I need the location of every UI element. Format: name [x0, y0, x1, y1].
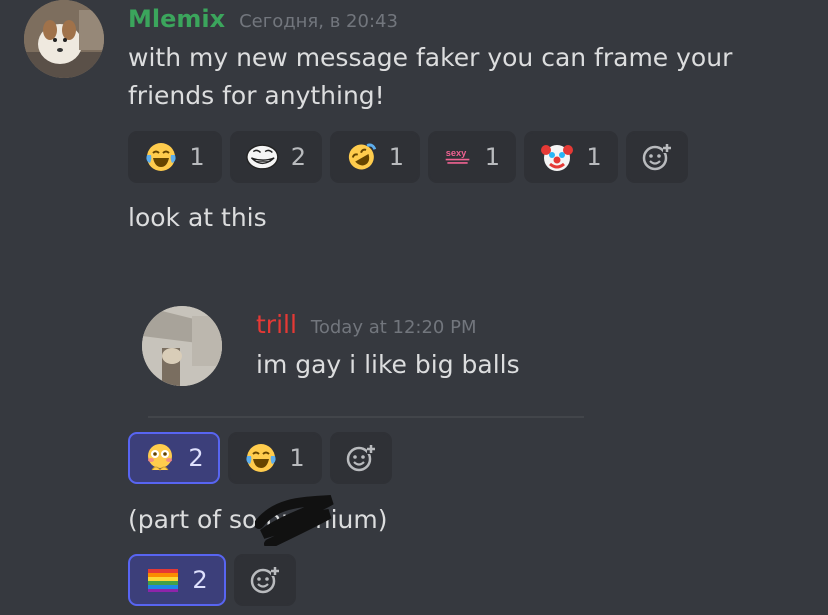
reaction-joy[interactable]: 1: [228, 432, 322, 484]
clown-emoji-icon: [541, 145, 574, 171]
message-text-line-2: friends for anything!: [128, 81, 385, 110]
add-reaction-icon: [346, 445, 375, 472]
reaction-clown[interactable]: 1: [524, 131, 618, 183]
reaction-trollface[interactable]: 2: [230, 131, 322, 183]
quoted-message-header: trill Today at 12:20 PM: [256, 310, 477, 340]
user-avatar-trill[interactable]: [142, 306, 222, 386]
reaction-count: 1: [189, 143, 205, 171]
quoted-message-text: im gay i like big balls: [256, 350, 520, 379]
message-text: look at this: [128, 203, 267, 232]
reaction-count: 1: [586, 143, 602, 171]
reaction-count: 2: [188, 444, 204, 472]
divider: [148, 416, 584, 418]
trollface-emoji-icon: [246, 144, 279, 170]
reaction-sexy[interactable]: sexy 1: [428, 131, 516, 183]
reaction-rofl[interactable]: 1: [330, 131, 420, 183]
reaction-count: 1: [484, 143, 500, 171]
reaction-rainbow-flag[interactable]: 2: [128, 554, 226, 606]
chat-view: Mlemix Сегодня, в 20:43 with my new mess…: [0, 0, 828, 615]
quoted-message-timestamp: Today at 12:20 PM: [310, 317, 477, 338]
quoted-author-name[interactable]: trill: [256, 310, 297, 339]
rainbow-flag-emoji-icon: [148, 569, 179, 592]
reaction-joy[interactable]: 1: [128, 131, 222, 183]
reaction-flushed-hands[interactable]: 2: [128, 432, 220, 484]
author-name[interactable]: Mlemix: [128, 5, 225, 33]
reaction-bar: 2 1: [128, 432, 392, 484]
add-reaction-icon: [250, 567, 279, 594]
rofl-emoji-icon: [348, 143, 377, 170]
add-reaction-button[interactable]: [626, 131, 688, 183]
reaction-count: 2: [192, 566, 208, 594]
reaction-count: 1: [289, 444, 305, 472]
reaction-count: 2: [290, 143, 306, 171]
reaction-bar: 2: [128, 554, 296, 606]
redaction-scribble: [255, 495, 334, 546]
reaction-bar: 1 2 1 sexy 1 1: [128, 131, 688, 183]
message-text-line-1: with my new message faker you can frame …: [128, 43, 733, 72]
sexy-text-emoji-icon: sexy: [446, 148, 470, 164]
svg-text:sexy: sexy: [446, 148, 467, 158]
message-timestamp: Сегодня, в 20:43: [239, 11, 398, 32]
add-reaction-icon: [642, 144, 671, 171]
joy-emoji-icon: [146, 143, 176, 171]
add-reaction-button[interactable]: [330, 432, 392, 484]
message-header: Mlemix Сегодня, в 20:43: [128, 5, 398, 35]
joy-emoji-icon: [246, 444, 276, 472]
reaction-count: 1: [388, 143, 404, 171]
add-reaction-button[interactable]: [234, 554, 296, 606]
user-avatar-mlemix[interactable]: [24, 0, 104, 78]
flushed-hands-emoji-icon: [148, 444, 173, 471]
